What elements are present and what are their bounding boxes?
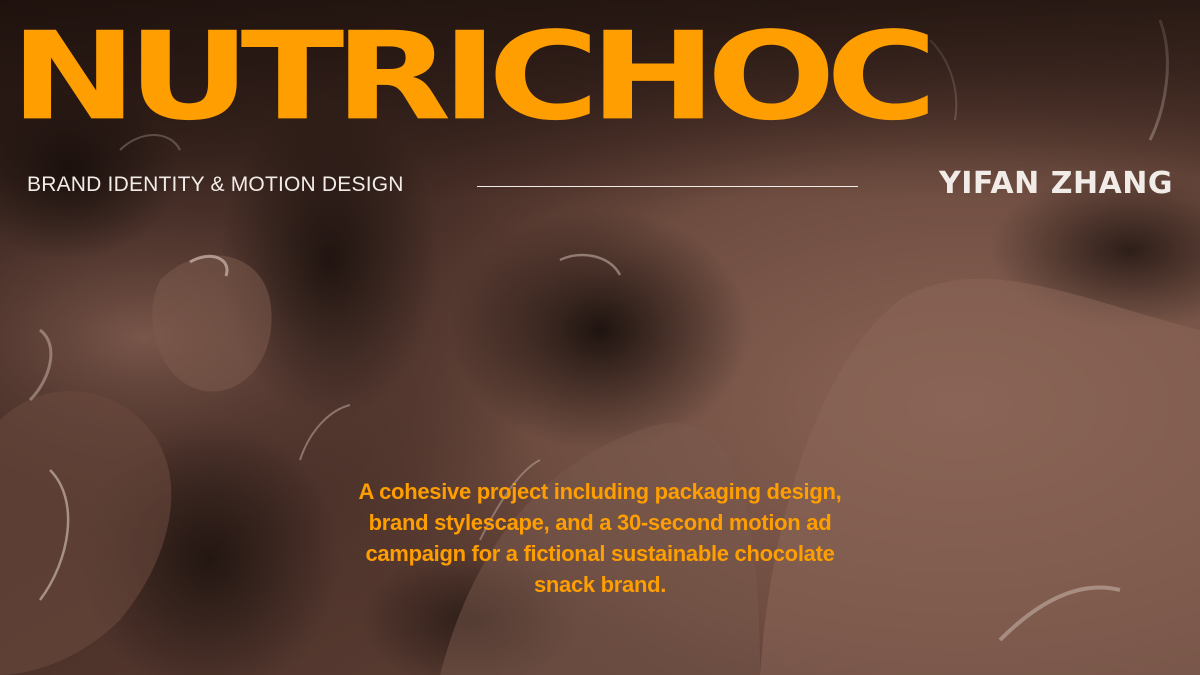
project-title: NUTRICHOC bbox=[10, 5, 937, 148]
project-description: A cohesive project including packaging d… bbox=[358, 479, 842, 597]
hero-banner: NUTRICHOC BRAND IDENTITY & MOTION DESIGN… bbox=[0, 0, 1200, 675]
divider-line bbox=[477, 186, 858, 187]
author-name: YIFAN ZHANG bbox=[938, 166, 1173, 201]
project-subtitle: BRAND IDENTITY & MOTION DESIGN bbox=[27, 173, 404, 196]
